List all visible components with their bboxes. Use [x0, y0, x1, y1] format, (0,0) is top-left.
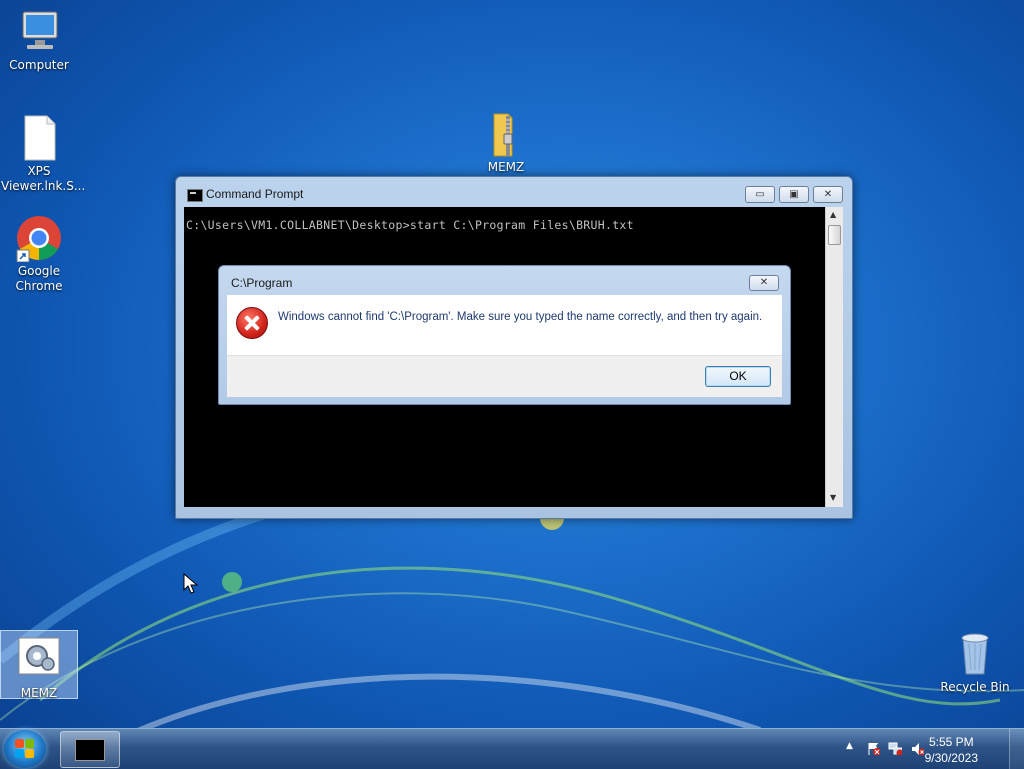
desktop-icon-label: MEMZ [487, 160, 525, 174]
clock[interactable]: 5:55 PM 9/30/2023 [925, 734, 978, 766]
zip-folder-icon [482, 110, 530, 158]
clock-time: 5:55 PM [928, 735, 974, 749]
scroll-thumb[interactable] [828, 225, 841, 245]
show-hidden-icons-icon[interactable]: ▲ [846, 741, 860, 755]
cmd-app-icon [187, 189, 203, 202]
file-icon [15, 114, 63, 162]
scroll-up-arrow-icon[interactable]: ▲ [830, 210, 836, 219]
windows-logo-icon [15, 739, 35, 759]
volume-icon[interactable] [910, 741, 924, 755]
show-desktop-button[interactable] [1009, 729, 1024, 769]
desktop-icon-memz-app[interactable]: MEMZ [0, 630, 78, 700]
desktop-icon-recycle-bin[interactable]: Recycle Bin [937, 630, 1013, 695]
desktop-icon-label: MEMZ [20, 686, 58, 700]
settings-app-icon [15, 636, 63, 684]
cmd-title-bar[interactable]: Command Prompt ▭ ▣ ✕ [176, 177, 852, 207]
error-icon [236, 307, 268, 339]
desktop-icon-label: Google Chrome [15, 264, 63, 293]
vertical-scrollbar[interactable]: ▲ ▼ [825, 207, 843, 507]
desktop-icon-label: Recycle Bin [940, 680, 1010, 694]
dialog-close-button[interactable]: ✕ [749, 275, 779, 291]
action-center-flag-icon[interactable] [866, 741, 880, 755]
scroll-down-arrow-icon[interactable]: ▼ [830, 493, 836, 502]
desktop-icon-label: XPS Viewer.lnk.S... [1, 164, 86, 193]
desktop-icon-memz-zip[interactable]: MEMZ [468, 110, 544, 175]
desktop-icon-google-chrome[interactable]: Google Chrome [1, 214, 77, 294]
minimize-button[interactable]: ▭ [745, 186, 775, 203]
system-tray: ▲ 5:55 PM 9/30/2023 [844, 729, 1024, 769]
console-line: C:\Users\VM1.COLLABNET\Desktop>start C:\… [186, 218, 634, 232]
desktop-icon-xps-viewer[interactable]: XPS Viewer.lnk.S... [1, 114, 86, 194]
maximize-button[interactable]: ▣ [779, 186, 809, 203]
cmd-taskbar-icon [75, 739, 105, 761]
clock-date: 9/30/2023 [924, 751, 978, 765]
start-button[interactable] [4, 730, 46, 768]
recycle-bin-icon [951, 630, 999, 678]
computer-icon [15, 8, 63, 56]
ok-button[interactable]: OK [705, 366, 771, 387]
taskbar-cmd-button[interactable] [60, 731, 120, 768]
taskbar: ▲ 5:55 PM 9/30/2023 [0, 728, 1024, 769]
cmd-window-title: Command Prompt [206, 187, 304, 201]
desktop-icon-computer[interactable]: Computer [1, 8, 77, 73]
chrome-icon [15, 214, 63, 263]
network-icon[interactable] [888, 741, 902, 755]
dialog-footer: OK [227, 355, 782, 397]
close-button[interactable]: ✕ [813, 186, 843, 203]
error-message: Windows cannot find 'C:\Program'. Make s… [278, 311, 763, 323]
dialog-body: Windows cannot find 'C:\Program'. Make s… [227, 295, 782, 355]
error-dialog[interactable]: C:\Program ✕ Windows cannot find 'C:\Pro… [218, 265, 791, 405]
dialog-title: C:\Program [231, 276, 293, 290]
desktop-icon-label: Computer [9, 58, 69, 72]
